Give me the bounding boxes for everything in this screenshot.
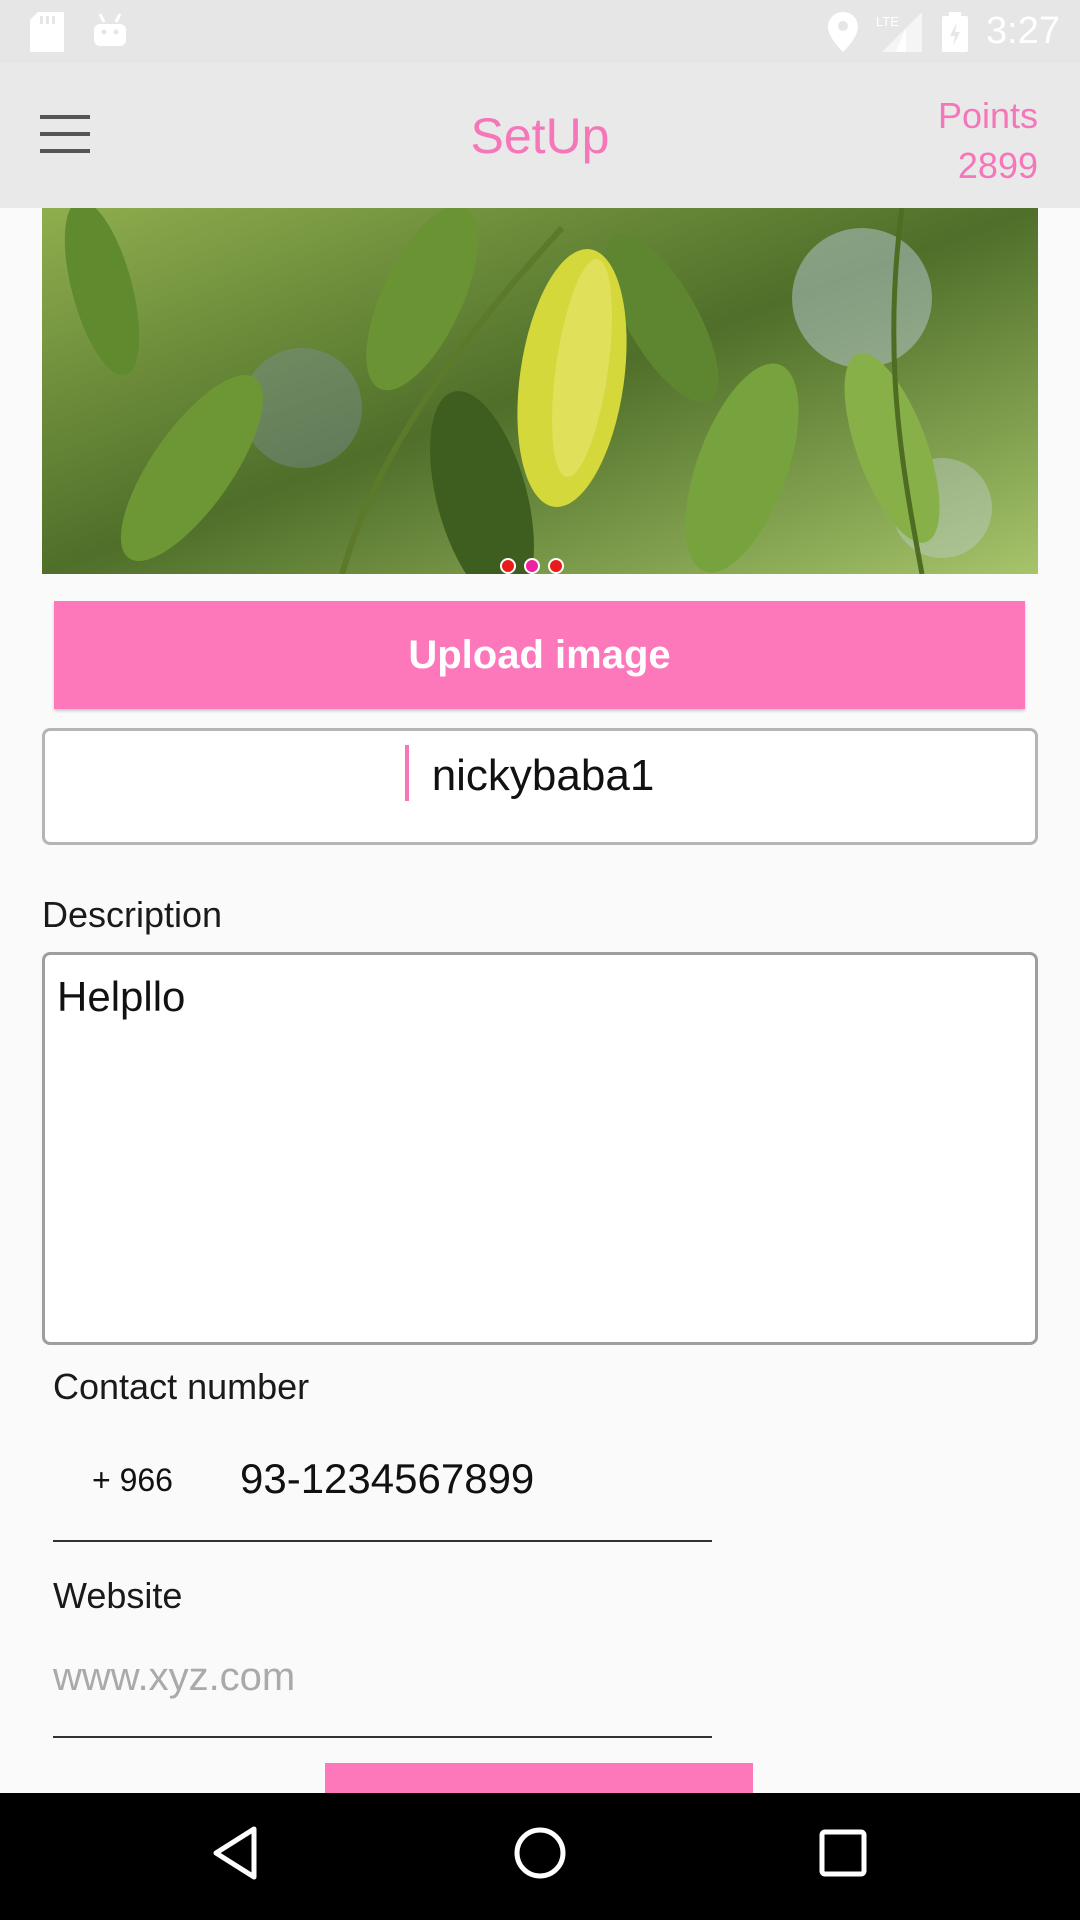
description-label: Description <box>42 894 223 935</box>
name-field-value: nickybaba1 <box>431 751 655 800</box>
upload-image-button[interactable]: Upload image <box>54 601 1025 709</box>
contact-number-input[interactable]: 93-1234567899 <box>240 1455 534 1503</box>
svg-text:LTE: LTE <box>876 14 899 29</box>
description-value: Helpllo <box>57 973 186 1020</box>
location-icon <box>828 12 858 52</box>
carousel-dot[interactable] <box>548 558 564 574</box>
sd-card-icon <box>30 12 64 52</box>
recents-icon[interactable] <box>818 1825 868 1881</box>
website-input[interactable]: www.xyz.com <box>53 1655 295 1700</box>
status-bar: LTE 3:27 <box>0 0 1080 63</box>
contact-number-label: Contact number <box>53 1366 310 1407</box>
save-button[interactable] <box>325 1763 753 1793</box>
app-bar: SetUp Points 2899 <box>0 63 1080 208</box>
points-label: Points <box>937 95 1038 136</box>
battery-icon <box>942 12 968 52</box>
image-carousel[interactable] <box>42 208 1038 574</box>
carousel-dot[interactable] <box>500 558 516 574</box>
points-display: Points 2899 <box>938 91 1038 191</box>
website-underline <box>53 1736 712 1738</box>
home-icon[interactable] <box>512 1825 568 1881</box>
leaf-photo <box>42 208 1038 574</box>
description-field[interactable]: Helpllo <box>42 952 1038 1345</box>
status-time: 3:27 <box>986 10 1060 52</box>
carousel-dot-active[interactable] <box>524 558 540 574</box>
carousel-indicator <box>500 558 564 574</box>
back-icon[interactable] <box>210 1825 260 1881</box>
points-value: 2899 <box>957 145 1038 186</box>
website-label: Website <box>53 1575 183 1616</box>
navigation-bar <box>0 1793 1080 1920</box>
name-field[interactable]: nickybaba1 <box>42 728 1038 845</box>
contact-number-underline <box>53 1540 712 1542</box>
lte-signal-icon: LTE <box>876 12 922 52</box>
page-title: SetUp <box>470 108 610 164</box>
country-code-selector[interactable]: + 966 <box>92 1462 173 1499</box>
android-icon <box>94 13 126 46</box>
